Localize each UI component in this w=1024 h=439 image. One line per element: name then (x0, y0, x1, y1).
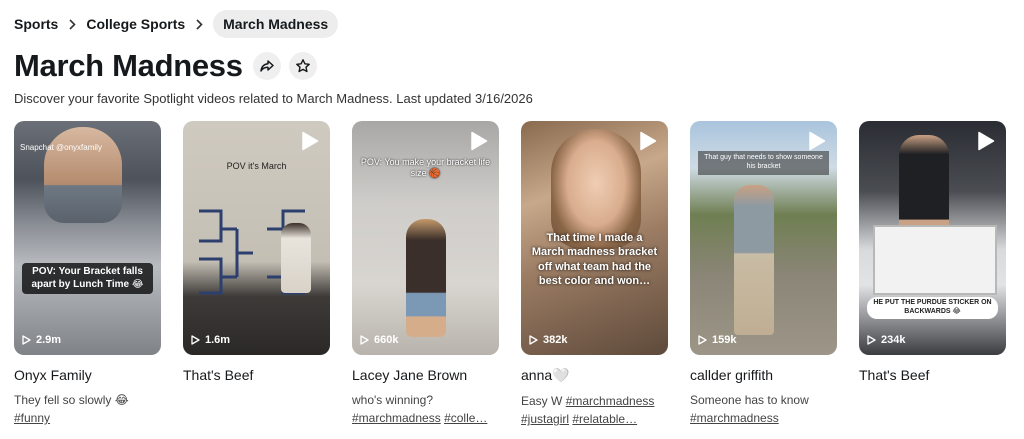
creator-name[interactable]: callder griffith (690, 367, 837, 383)
view-count: 382k (529, 334, 567, 346)
view-count-value: 382k (543, 334, 568, 346)
video-card: POV it's March 1.6m That's Beef (183, 121, 330, 428)
person-figure (44, 127, 122, 223)
video-grid: Snapchat @onyxfamily POV: Your Bracket f… (14, 121, 1006, 428)
chevron-right-icon (68, 18, 76, 30)
view-count-value: 159k (712, 334, 737, 346)
video-thumbnail[interactable]: That guy that needs to show someone his … (690, 121, 837, 355)
view-count-value: 660k (374, 334, 399, 346)
title-row: March Madness (14, 48, 317, 84)
play-outline-icon (529, 335, 538, 345)
view-count: 2.9m (22, 334, 61, 346)
person-figure (281, 223, 311, 293)
video-thumbnail[interactable]: That time I made a March madness bracket… (521, 121, 668, 355)
chevron-right-icon (195, 18, 203, 30)
creator-name[interactable]: Lacey Jane Brown (352, 367, 499, 383)
video-thumbnail[interactable]: POV it's March 1.6m (183, 121, 330, 355)
play-icon (809, 131, 826, 151)
page-title: March Madness (14, 48, 243, 83)
hashtag-link[interactable]: #marchmadness (690, 411, 779, 425)
video-card: POV: You make your bracket life size 🏀 6… (352, 121, 499, 428)
bracket-board (873, 225, 997, 295)
hashtag-link[interactable]: #marchmadness (352, 411, 441, 425)
share-arrow-icon (259, 60, 274, 72)
description-text: Someone has to know (690, 393, 809, 407)
creator-name[interactable]: Onyx Family (14, 367, 161, 383)
star-icon (295, 59, 310, 73)
play-icon (302, 131, 319, 151)
description-text: who's winning? (352, 393, 434, 407)
video-caption-overlay: That guy that needs to show someone his … (698, 151, 829, 175)
breadcrumb: Sports College Sports March Madness (14, 10, 339, 38)
snapchat-watermark: Snapchat @onyxfamily (20, 143, 102, 152)
view-count-value: 1.6m (205, 334, 231, 346)
video-card: HE PUT THE PURDUE STICKER ON BACKWARDS 😂… (859, 121, 1006, 428)
video-description: They fell so slowly 😂 #funny (14, 391, 161, 427)
view-count: 660k (360, 334, 398, 346)
play-outline-icon (191, 335, 200, 345)
view-count: 159k (698, 334, 736, 346)
video-caption-overlay: That time I made a March madness bracket… (531, 232, 658, 287)
title-actions (252, 52, 317, 80)
video-description: Easy W #marchmadness #justagirl #relatab… (521, 392, 668, 428)
hashtag-link[interactable]: #colle… (444, 411, 487, 425)
video-thumbnail[interactable]: POV: You make your bracket life size 🏀 6… (352, 121, 499, 355)
favorite-button[interactable] (288, 52, 317, 80)
play-icon (978, 131, 995, 151)
hashtag-link[interactable]: #justagirl (521, 412, 569, 426)
hashtag-link[interactable]: #marchmadness (566, 394, 655, 408)
video-caption-overlay: POV it's March (226, 161, 287, 171)
description-text: They fell so slowly 😂 (14, 393, 129, 407)
creator-name[interactable]: anna🤍 (521, 367, 668, 384)
share-button[interactable] (252, 52, 281, 80)
person-figure (406, 219, 446, 337)
breadcrumb-current[interactable]: March Madness (213, 10, 339, 38)
breadcrumb-sports[interactable]: Sports (14, 16, 58, 32)
video-description: Someone has to know #marchmadness (690, 391, 837, 427)
view-count: 234k (867, 334, 905, 346)
view-count: 1.6m (191, 334, 230, 346)
play-outline-icon (22, 335, 31, 345)
video-card: That time I made a March madness bracket… (521, 121, 668, 428)
view-count-value: 234k (881, 334, 906, 346)
video-thumbnail[interactable]: HE PUT THE PURDUE STICKER ON BACKWARDS 😂… (859, 121, 1006, 355)
video-caption-overlay: POV: Your Bracket falls apart by Lunch T… (22, 263, 153, 294)
creator-name[interactable]: That's Beef (859, 367, 1006, 383)
video-caption-overlay: POV: You make your bracket life size 🏀 (360, 157, 491, 179)
play-outline-icon (360, 335, 369, 345)
play-icon (640, 131, 657, 151)
play-outline-icon (867, 335, 876, 345)
play-outline-icon (698, 335, 707, 345)
video-card: Snapchat @onyxfamily POV: Your Bracket f… (14, 121, 161, 428)
view-count-value: 2.9m (36, 334, 62, 346)
play-icon (471, 131, 488, 151)
hashtag-link[interactable]: #funny (14, 411, 50, 425)
description-text: Easy W (521, 394, 563, 408)
creator-name[interactable]: That's Beef (183, 367, 330, 383)
page-subtitle: Discover your favorite Spotlight videos … (14, 91, 533, 106)
breadcrumb-college-sports[interactable]: College Sports (86, 16, 185, 32)
video-description: who's winning? #marchmadness #colle… (352, 391, 499, 427)
video-caption-overlay: HE PUT THE PURDUE STICKER ON BACKWARDS 😂 (867, 297, 998, 319)
hashtag-link[interactable]: #relatable… (572, 412, 637, 426)
person-figure (734, 185, 774, 335)
video-thumbnail[interactable]: Snapchat @onyxfamily POV: Your Bracket f… (14, 121, 161, 355)
video-card: That guy that needs to show someone his … (690, 121, 837, 428)
